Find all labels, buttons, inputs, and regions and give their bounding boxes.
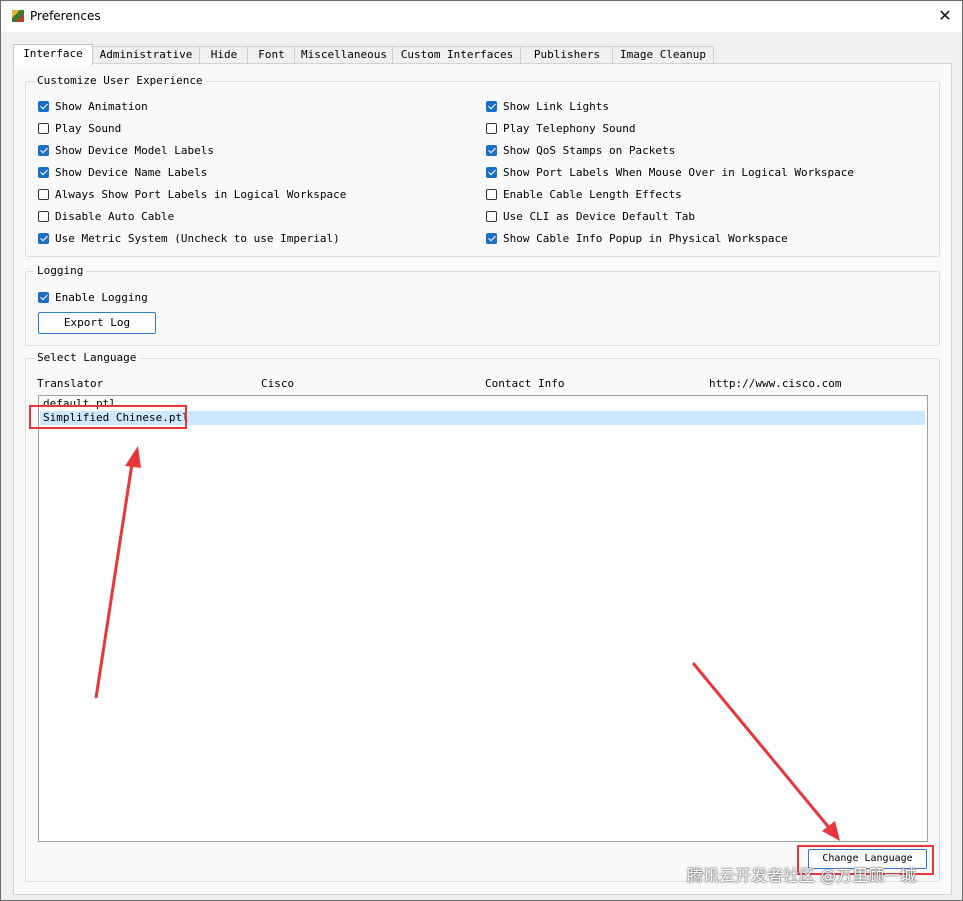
annotation-arrow-down: [691, 662, 833, 831]
annotation-arrows: [94, 446, 840, 841]
annotation-arrow-up: [94, 456, 135, 699]
annotation-arrow-up-head: [125, 446, 141, 468]
tab-interface[interactable]: Interface: [13, 44, 93, 65]
watermark-text: 腾讯云开发者社区 @万里顾一城: [687, 866, 917, 885]
preferences-window: Preferences ✕ Interface Administrative Hid…: [0, 0, 963, 901]
